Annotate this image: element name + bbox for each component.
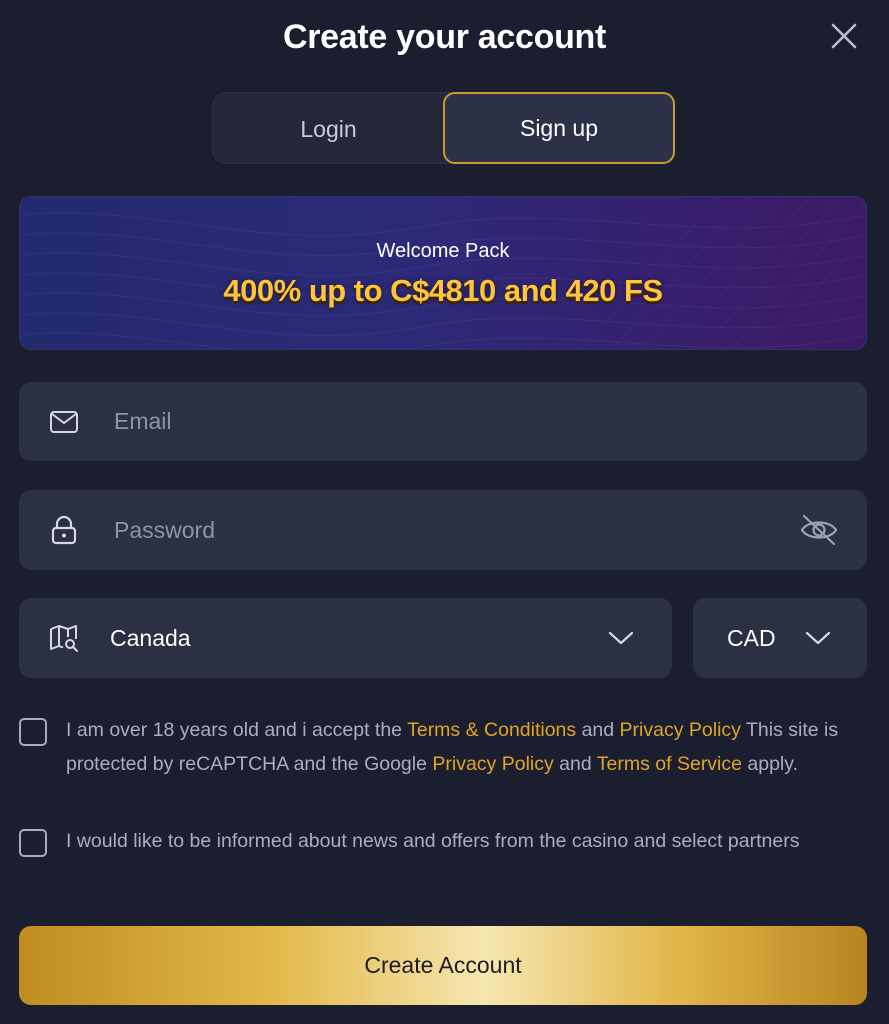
eye-off-icon xyxy=(800,514,838,546)
google-terms-link[interactable]: Terms of Service xyxy=(597,753,742,775)
auth-tabs: Login Sign up xyxy=(212,92,675,165)
recaptcha-text-and: and xyxy=(553,753,597,775)
country-value: Canada xyxy=(110,624,191,651)
banner-offer: 400% up to C$4810 and 420 FS xyxy=(223,273,663,308)
currency-value: CAD xyxy=(727,624,776,651)
news-consent-row: I would like to be informed about news a… xyxy=(19,824,867,894)
toggle-password-button[interactable] xyxy=(797,490,841,570)
news-consent-text: I would like to be informed about news a… xyxy=(66,830,800,852)
age-consent-row: I am over 18 years old and i accept the … xyxy=(19,713,867,823)
password-field[interactable] xyxy=(19,490,867,570)
age-consent-checkbox[interactable] xyxy=(19,718,47,746)
create-account-button[interactable]: Create Account xyxy=(19,926,867,1005)
age-consent-text-2: and xyxy=(576,719,620,741)
privacy-link[interactable]: Privacy Policy xyxy=(620,719,741,741)
email-field[interactable] xyxy=(19,382,867,461)
signup-modal: Create your account Login Sign up Welcom… xyxy=(0,0,889,1024)
password-input[interactable] xyxy=(114,490,754,570)
age-consent-text-1: I am over 18 years old and i accept the xyxy=(66,719,408,741)
email-input[interactable] xyxy=(114,382,754,461)
banner-subtitle: Welcome Pack xyxy=(376,240,510,262)
modal-title: Create your account xyxy=(282,18,607,56)
close-icon xyxy=(831,23,857,49)
google-privacy-link[interactable]: Privacy Policy xyxy=(432,753,553,775)
chevron-down-icon xyxy=(606,598,636,678)
news-consent-checkbox[interactable] xyxy=(19,829,47,857)
terms-link[interactable]: Terms & Conditions xyxy=(407,719,576,741)
welcome-banner: Welcome Pack 400% up to C$4810 and 420 F… xyxy=(19,196,867,350)
age-consent-text: I am over 18 years old and i accept the … xyxy=(66,713,866,781)
chevron-down-icon xyxy=(803,598,833,678)
country-select[interactable]: Canada xyxy=(19,598,672,678)
recaptcha-text-apply: apply. xyxy=(741,753,798,775)
tab-login[interactable]: Login xyxy=(213,93,444,165)
mail-icon xyxy=(47,382,81,461)
tab-signup[interactable]: Sign up xyxy=(443,92,675,164)
lock-icon xyxy=(47,490,81,570)
close-button[interactable] xyxy=(826,18,862,54)
map-search-icon xyxy=(47,598,81,678)
currency-select[interactable]: CAD xyxy=(693,598,867,678)
